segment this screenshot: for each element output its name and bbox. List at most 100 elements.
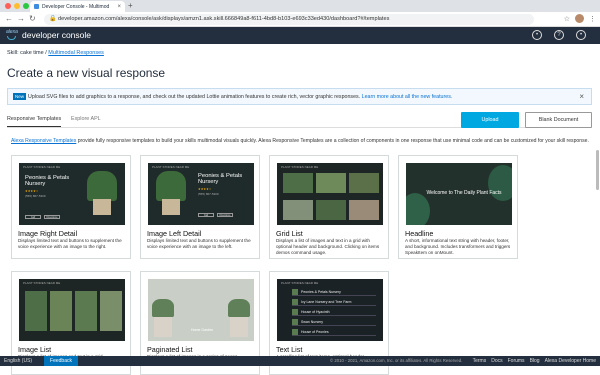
list-item: Swan Nursery <box>292 318 376 326</box>
card-description: Displays limited text and buttons to sup… <box>147 238 251 249</box>
breadcrumb-skill: Skill: cake time <box>7 50 44 56</box>
card-title: Grid List <box>276 229 303 238</box>
list-item: House of Hyacinth <box>292 308 376 316</box>
plant-image <box>152 299 174 317</box>
page-title: Create a new visual response <box>7 66 166 80</box>
help-icon[interactable]: ? <box>554 30 564 40</box>
leaf-image <box>406 193 430 225</box>
card-thumbnail: PLANT STORES NEAR ME <box>19 279 125 341</box>
template-card-grid-list[interactable]: PLANT STORES NEAR ME Grid List Displays … <box>269 155 389 259</box>
url-text: developer.amazon.com/alexa/console/ask/d… <box>58 16 390 22</box>
list-thumb <box>292 328 298 335</box>
template-card-image-right-detail[interactable]: PLANT STORES NEAR ME Peonies & Petals Nu… <box>11 155 131 259</box>
grid-image <box>349 173 379 193</box>
minimize-window-icon[interactable] <box>14 3 20 9</box>
thumb-directions-button: Directions <box>44 215 60 219</box>
footer-link-alexa-developer-home[interactable]: Alexa Developer Home <box>545 358 596 364</box>
footer-link-docs[interactable]: Docs <box>491 358 502 364</box>
browser-tab[interactable]: Developer Console - Multimod × <box>30 1 125 12</box>
page-footer: English (US) Feedback © 2010 - 2021, Ama… <box>0 356 600 366</box>
back-icon[interactable]: ← <box>5 14 13 23</box>
template-card-image-left-detail[interactable]: PLANT STORES NEAR ME Peonies & Petals Nu… <box>140 155 260 259</box>
list-image <box>50 291 72 331</box>
grid-image <box>316 173 346 193</box>
thumb-header: PLANT STORES NEAR ME <box>281 165 319 169</box>
page-scrollbar[interactable] <box>596 150 599 190</box>
plant-image <box>87 171 117 201</box>
footer-link-blog[interactable]: Blog <box>530 358 540 364</box>
breadcrumb: Skill: cake time / Multimodal Responses <box>7 50 104 56</box>
app-header: alexa developer console • ? • <box>0 27 600 44</box>
app-title: developer console <box>22 30 91 40</box>
footer-link-terms[interactable]: Terms <box>473 358 487 364</box>
thumb-header: PLANT STORES NEAR ME <box>281 281 319 285</box>
footer-links: Terms Docs Forums Blog Alexa Developer H… <box>473 358 596 364</box>
plant-image <box>228 299 250 317</box>
card-title: Headline <box>405 229 434 238</box>
card-thumbnail: PLANT STORES NEAR ME Peonies & Petals Nu… <box>19 163 125 225</box>
pot-image <box>154 315 172 337</box>
profile-avatar[interactable] <box>575 14 584 23</box>
breadcrumb-link[interactable]: Multimodal Responses <box>48 50 104 56</box>
footer-link-forums[interactable]: Forums <box>508 358 525 364</box>
bell-icon[interactable]: • <box>532 30 542 40</box>
account-icon[interactable]: • <box>576 30 586 40</box>
thumb-phone: (555) 867-5309 <box>198 192 219 196</box>
list-item: Peonies & Petals Nursery <box>292 288 376 296</box>
card-description: Displays limited text and buttons to sup… <box>18 238 122 249</box>
tab-explore-apl[interactable]: Explore APL <box>71 116 101 122</box>
thumb-name: Peonies & Petals Nursery <box>198 173 243 186</box>
lock-icon: 🔒 <box>49 16 57 22</box>
list-item: Ivy Lane Nursery and Tree Farm <box>292 298 376 306</box>
card-description: Displays a list of images and text in a … <box>276 238 380 255</box>
thumb-name: Peonies & Petals Nursery <box>25 175 70 188</box>
thumb-directions-button: Directions <box>217 213 233 217</box>
favicon-icon <box>34 4 39 9</box>
list-thumb <box>292 318 298 325</box>
language-selector[interactable]: English (US) <box>4 358 32 364</box>
card-title: Paginated List <box>147 345 193 354</box>
new-badge: New <box>13 93 27 100</box>
alexa-ring-icon <box>7 36 16 40</box>
tab-responsive-templates[interactable]: Responsive Templates <box>7 116 62 127</box>
list-item-text: Swan Nursery <box>301 319 323 324</box>
window-controls[interactable] <box>5 3 29 9</box>
bookmark-star-icon[interactable]: ☆ <box>564 15 570 23</box>
card-thumbnail: PLANT STORES NEAR ME <box>277 163 383 225</box>
browser-actions: ☆ ⋮ <box>564 14 596 23</box>
list-item-text: Ivy Lane Nursery and Tree Farm <box>301 299 352 304</box>
blank-document-button[interactable]: Blank Document <box>525 112 592 128</box>
pot-image <box>162 199 180 215</box>
list-item-text: House of Hyacinth <box>301 309 330 314</box>
responsive-templates-link[interactable]: Alexa Responsive Templates <box>11 138 76 144</box>
grid-image <box>283 173 313 193</box>
browser-tab-strip: Developer Console - Multimod × + <box>0 0 600 12</box>
card-title: Image Right Detail <box>18 229 78 238</box>
alexa-logo[interactable]: alexa <box>6 30 20 41</box>
template-card-headline[interactable]: Welcome to The Daily Plant Facts Headlin… <box>398 155 518 259</box>
upload-button[interactable]: Upload <box>461 112 519 128</box>
reload-icon[interactable]: ↻ <box>29 14 36 23</box>
banner-learn-more-link[interactable]: Learn more about all the new features. <box>362 94 453 100</box>
thumb-caption: Home Garden <box>191 328 213 332</box>
thumb-call-button: Call <box>198 213 214 217</box>
maximize-window-icon[interactable] <box>23 3 29 9</box>
close-icon[interactable]: × <box>579 92 584 101</box>
banner-text: Upload SVG files to add graphics to a re… <box>28 94 452 100</box>
close-window-icon[interactable] <box>5 3 11 9</box>
card-description: A short, informational text string with … <box>405 238 511 255</box>
card-thumbnail: PLANT STORES NEAR ME Peonies & Petals Nu… <box>277 279 383 341</box>
card-thumbnail: Welcome to The Daily Plant Facts <box>406 163 512 225</box>
address-bar[interactable]: 🔒 developer.amazon.com/alexa/console/ask… <box>44 14 534 25</box>
new-tab-icon[interactable]: + <box>128 1 133 10</box>
card-title: Image List <box>18 345 52 354</box>
tab-close-icon[interactable]: × <box>117 4 121 10</box>
browser-tab-title: Developer Console - Multimod <box>42 3 110 10</box>
info-banner: New Upload SVG files to add graphics to … <box>7 88 592 105</box>
list-item: House of Peonies <box>292 328 376 336</box>
pot-image <box>230 315 248 337</box>
list-item-text: Peonies & Petals Nursery <box>301 289 341 294</box>
forward-icon[interactable]: → <box>17 14 25 23</box>
browser-menu-icon[interactable]: ⋮ <box>589 15 596 23</box>
feedback-button[interactable]: Feedback <box>44 356 78 366</box>
